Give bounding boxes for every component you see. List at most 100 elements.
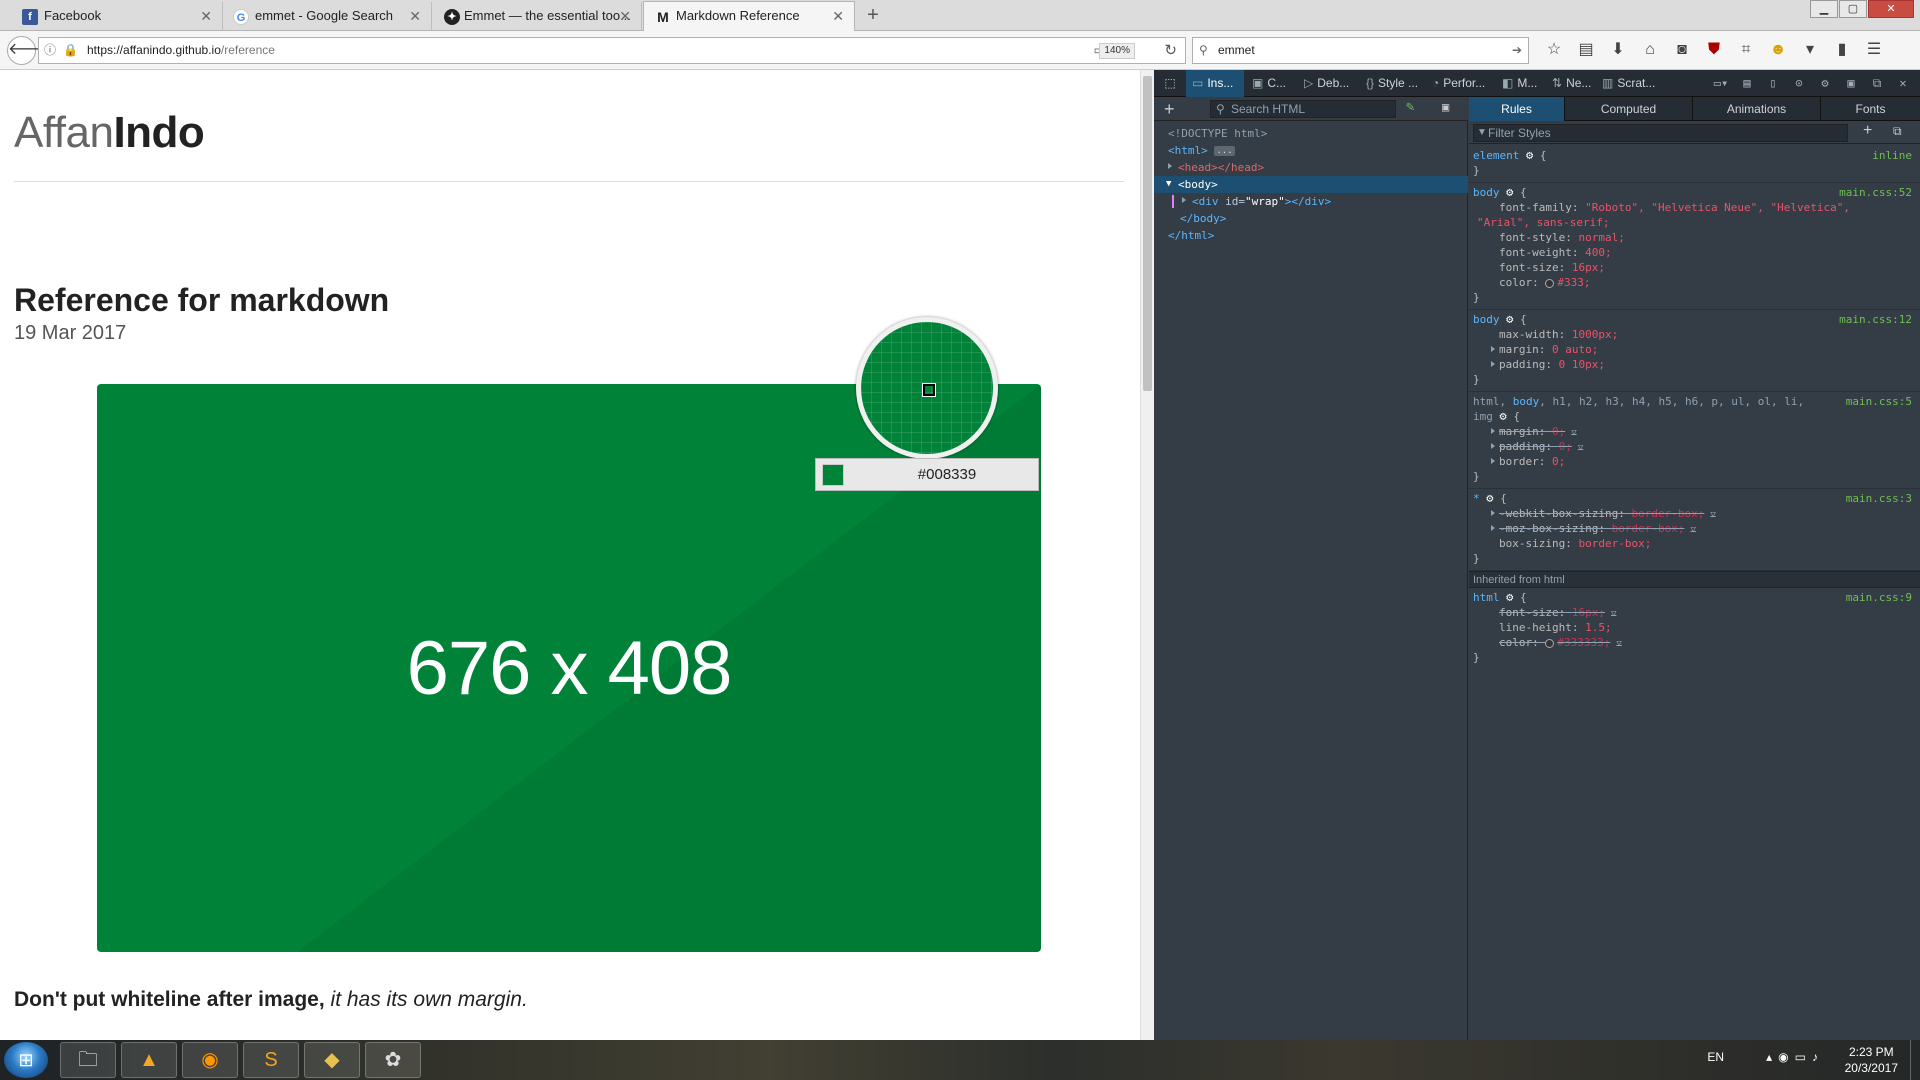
undock-icon[interactable]: ⧉ bbox=[1864, 70, 1890, 97]
minimize-button[interactable]: ▁ bbox=[1810, 0, 1838, 18]
color-swatch[interactable] bbox=[1545, 278, 1555, 288]
overridden-declaration[interactable]: margin: 0; ▽ bbox=[1473, 424, 1916, 439]
color-swatch[interactable] bbox=[1545, 638, 1555, 648]
crop-icon[interactable]: ⌗ bbox=[1730, 39, 1762, 61]
eyedropper-icon[interactable]: ✎ bbox=[1406, 99, 1414, 115]
declaration[interactable]: line-height: 1.5; bbox=[1473, 620, 1916, 635]
close-tab-icon[interactable]: ✕ bbox=[409, 2, 421, 30]
dock-bottom-icon[interactable]: ▣ bbox=[1838, 70, 1864, 97]
declaration[interactable]: margin: 0 auto; bbox=[1473, 342, 1916, 357]
rule-source[interactable]: inline bbox=[1872, 148, 1912, 163]
dom-node-html-close[interactable]: </html> bbox=[1154, 227, 1468, 244]
tab-debugger[interactable]: ▷ Deb... bbox=[1300, 70, 1356, 97]
page-scrollbar[interactable] bbox=[1140, 70, 1154, 1040]
declaration[interactable]: font-size: 16px; bbox=[1473, 260, 1916, 275]
rule-source[interactable]: main.css:12 bbox=[1839, 312, 1912, 327]
tab-scratchpad[interactable]: ▥ Scrat... bbox=[1598, 70, 1656, 97]
emoji-icon[interactable]: ☻ bbox=[1762, 39, 1794, 61]
declaration[interactable]: padding: 0 10px; bbox=[1473, 357, 1916, 372]
folder-icon[interactable]: 🗀 bbox=[60, 1042, 116, 1078]
tab-computed[interactable]: Computed bbox=[1565, 97, 1693, 121]
filter-styles-input[interactable]: ▼ Filter Styles bbox=[1473, 124, 1848, 142]
declaration[interactable]: max-width: 1000px; bbox=[1473, 327, 1916, 342]
tab-animations[interactable]: Animations bbox=[1693, 97, 1821, 121]
home-icon[interactable]: ⌂ bbox=[1634, 39, 1666, 61]
declaration[interactable]: border: 0; bbox=[1473, 454, 1916, 469]
reading-list-icon[interactable]: ▤ bbox=[1570, 39, 1602, 61]
clock[interactable]: 2:23 PM 20/3/2017 bbox=[1845, 1044, 1898, 1076]
firefox-icon[interactable]: ◉ bbox=[182, 1042, 238, 1078]
tab-style-editor[interactable]: {} Style ... bbox=[1362, 70, 1422, 97]
close-devtools-icon[interactable]: ✕ bbox=[1890, 70, 1916, 97]
ublock-icon[interactable]: ⛊ bbox=[1698, 39, 1730, 61]
screenshot-icon[interactable]: ⊙ bbox=[1786, 70, 1812, 97]
dom-node-head[interactable]: <head></head> bbox=[1154, 159, 1468, 176]
address-bar[interactable]: ⓘ 🔒 https://affanindo.github.io/referenc… bbox=[38, 37, 1186, 64]
star-icon[interactable]: ☆ bbox=[1538, 39, 1570, 61]
gear-icon[interactable]: ⚙ bbox=[1500, 409, 1507, 423]
paint-icon[interactable]: ✿ bbox=[365, 1042, 421, 1078]
zoom-indicator[interactable]: 140% bbox=[1099, 43, 1135, 59]
overridden-declaration[interactable]: padding: 0; ▽ bbox=[1473, 439, 1916, 454]
dropdown-icon[interactable]: ▾ bbox=[1794, 39, 1826, 61]
tray-icons[interactable]: ▴◉▭♪ bbox=[1766, 1050, 1824, 1064]
device-icon[interactable]: ▯ bbox=[1760, 70, 1786, 97]
search-input[interactable]: emmet bbox=[1218, 38, 1255, 63]
overridden-declaration[interactable]: -moz-box-sizing: border-box; ▽ bbox=[1473, 521, 1916, 536]
language-indicator[interactable]: EN bbox=[1707, 1050, 1724, 1064]
pocket-icon[interactable]: ◙ bbox=[1666, 39, 1698, 61]
declaration[interactable]: font-style: normal; bbox=[1473, 230, 1916, 245]
close-tab-icon[interactable]: ✕ bbox=[619, 2, 631, 30]
declaration[interactable]: font-family: "Roboto", "Helvetica Neue",… bbox=[1473, 200, 1916, 215]
show-desktop-button[interactable] bbox=[1910, 1040, 1920, 1080]
sidebar-icon[interactable]: ▮ bbox=[1826, 39, 1858, 61]
tab-inspector[interactable]: ▭ Ins... bbox=[1186, 70, 1244, 97]
search-html-input[interactable]: ⚲ Search HTML bbox=[1210, 100, 1396, 118]
tab-console[interactable]: ▣ C... bbox=[1248, 70, 1294, 97]
overridden-declaration[interactable]: -webkit-box-sizing: border-box; ▽ bbox=[1473, 506, 1916, 521]
tab-memory[interactable]: ◧ M... bbox=[1498, 70, 1542, 97]
maximize-button[interactable]: ▢ bbox=[1839, 0, 1867, 18]
app-icon[interactable]: ◆ bbox=[304, 1042, 360, 1078]
scrollbar-thumb[interactable] bbox=[1143, 76, 1152, 391]
gear-icon[interactable]: ⚙ bbox=[1526, 148, 1533, 162]
lock-icon[interactable]: 🔒 bbox=[63, 38, 78, 63]
pseudo-class-icon[interactable]: ⧉ bbox=[1893, 124, 1902, 139]
dom-node-body-close[interactable]: </body> bbox=[1154, 210, 1468, 227]
back-button[interactable]: 🡐 bbox=[7, 36, 51, 65]
overridden-declaration[interactable]: font-size: 16px; ▽ bbox=[1473, 605, 1916, 620]
dom-node-div-wrap[interactable]: <div id="wrap"></div> bbox=[1154, 193, 1468, 210]
tab-emmet[interactable]: ✦ Emmet — the essential too... ✕ bbox=[432, 2, 642, 31]
close-tab-icon[interactable]: ✕ bbox=[832, 2, 844, 30]
gear-icon[interactable]: ⚙ bbox=[1506, 312, 1513, 326]
search-go-icon[interactable]: ➔ bbox=[1512, 38, 1522, 63]
declaration[interactable]: color: #333; bbox=[1473, 275, 1916, 290]
dom-node-doctype[interactable]: <!DOCTYPE html> bbox=[1154, 125, 1468, 142]
tab-rules[interactable]: Rules bbox=[1469, 97, 1565, 121]
tab-fonts[interactable]: Fonts bbox=[1821, 97, 1920, 121]
close-tab-icon[interactable]: ✕ bbox=[200, 2, 212, 30]
reload-icon[interactable]: ↻ bbox=[1164, 38, 1177, 63]
tab-performance[interactable]: ◔ Perfor... bbox=[1428, 70, 1492, 97]
gear-icon[interactable]: ⚙ bbox=[1486, 491, 1493, 505]
toggle-sidebar-icon[interactable]: ▣ bbox=[1442, 100, 1449, 114]
gear-icon[interactable]: ⚙ bbox=[1506, 185, 1513, 199]
info-icon[interactable]: ⓘ bbox=[44, 38, 56, 63]
rule-source[interactable]: main.css:5 bbox=[1846, 394, 1912, 409]
rule-source[interactable]: main.css:52 bbox=[1839, 185, 1912, 200]
declaration[interactable]: box-sizing: border-box; bbox=[1473, 536, 1916, 551]
add-node-icon[interactable]: + bbox=[1164, 99, 1175, 120]
settings-icon[interactable]: ⚙ bbox=[1812, 70, 1838, 97]
menu-icon[interactable]: ☰ bbox=[1858, 39, 1890, 61]
overridden-declaration[interactable]: color: #333333; ▽ bbox=[1473, 635, 1916, 650]
search-bar[interactable]: ⚲ emmet ➔ bbox=[1192, 37, 1529, 64]
new-tab-button[interactable]: + bbox=[862, 3, 884, 27]
responsive-icon[interactable]: ▭▾ bbox=[1708, 70, 1734, 97]
add-rule-icon[interactable]: + bbox=[1863, 122, 1872, 140]
declaration[interactable]: font-weight: 400; bbox=[1473, 245, 1916, 260]
split-console-icon[interactable]: ▤ bbox=[1734, 70, 1760, 97]
tab-google-search[interactable]: G emmet - Google Search ✕ bbox=[223, 2, 432, 31]
sublime-icon[interactable]: S bbox=[243, 1042, 299, 1078]
tab-markdown-reference[interactable]: M Markdown Reference ✕ bbox=[643, 1, 855, 32]
gear-icon[interactable]: ⚙ bbox=[1506, 590, 1513, 604]
